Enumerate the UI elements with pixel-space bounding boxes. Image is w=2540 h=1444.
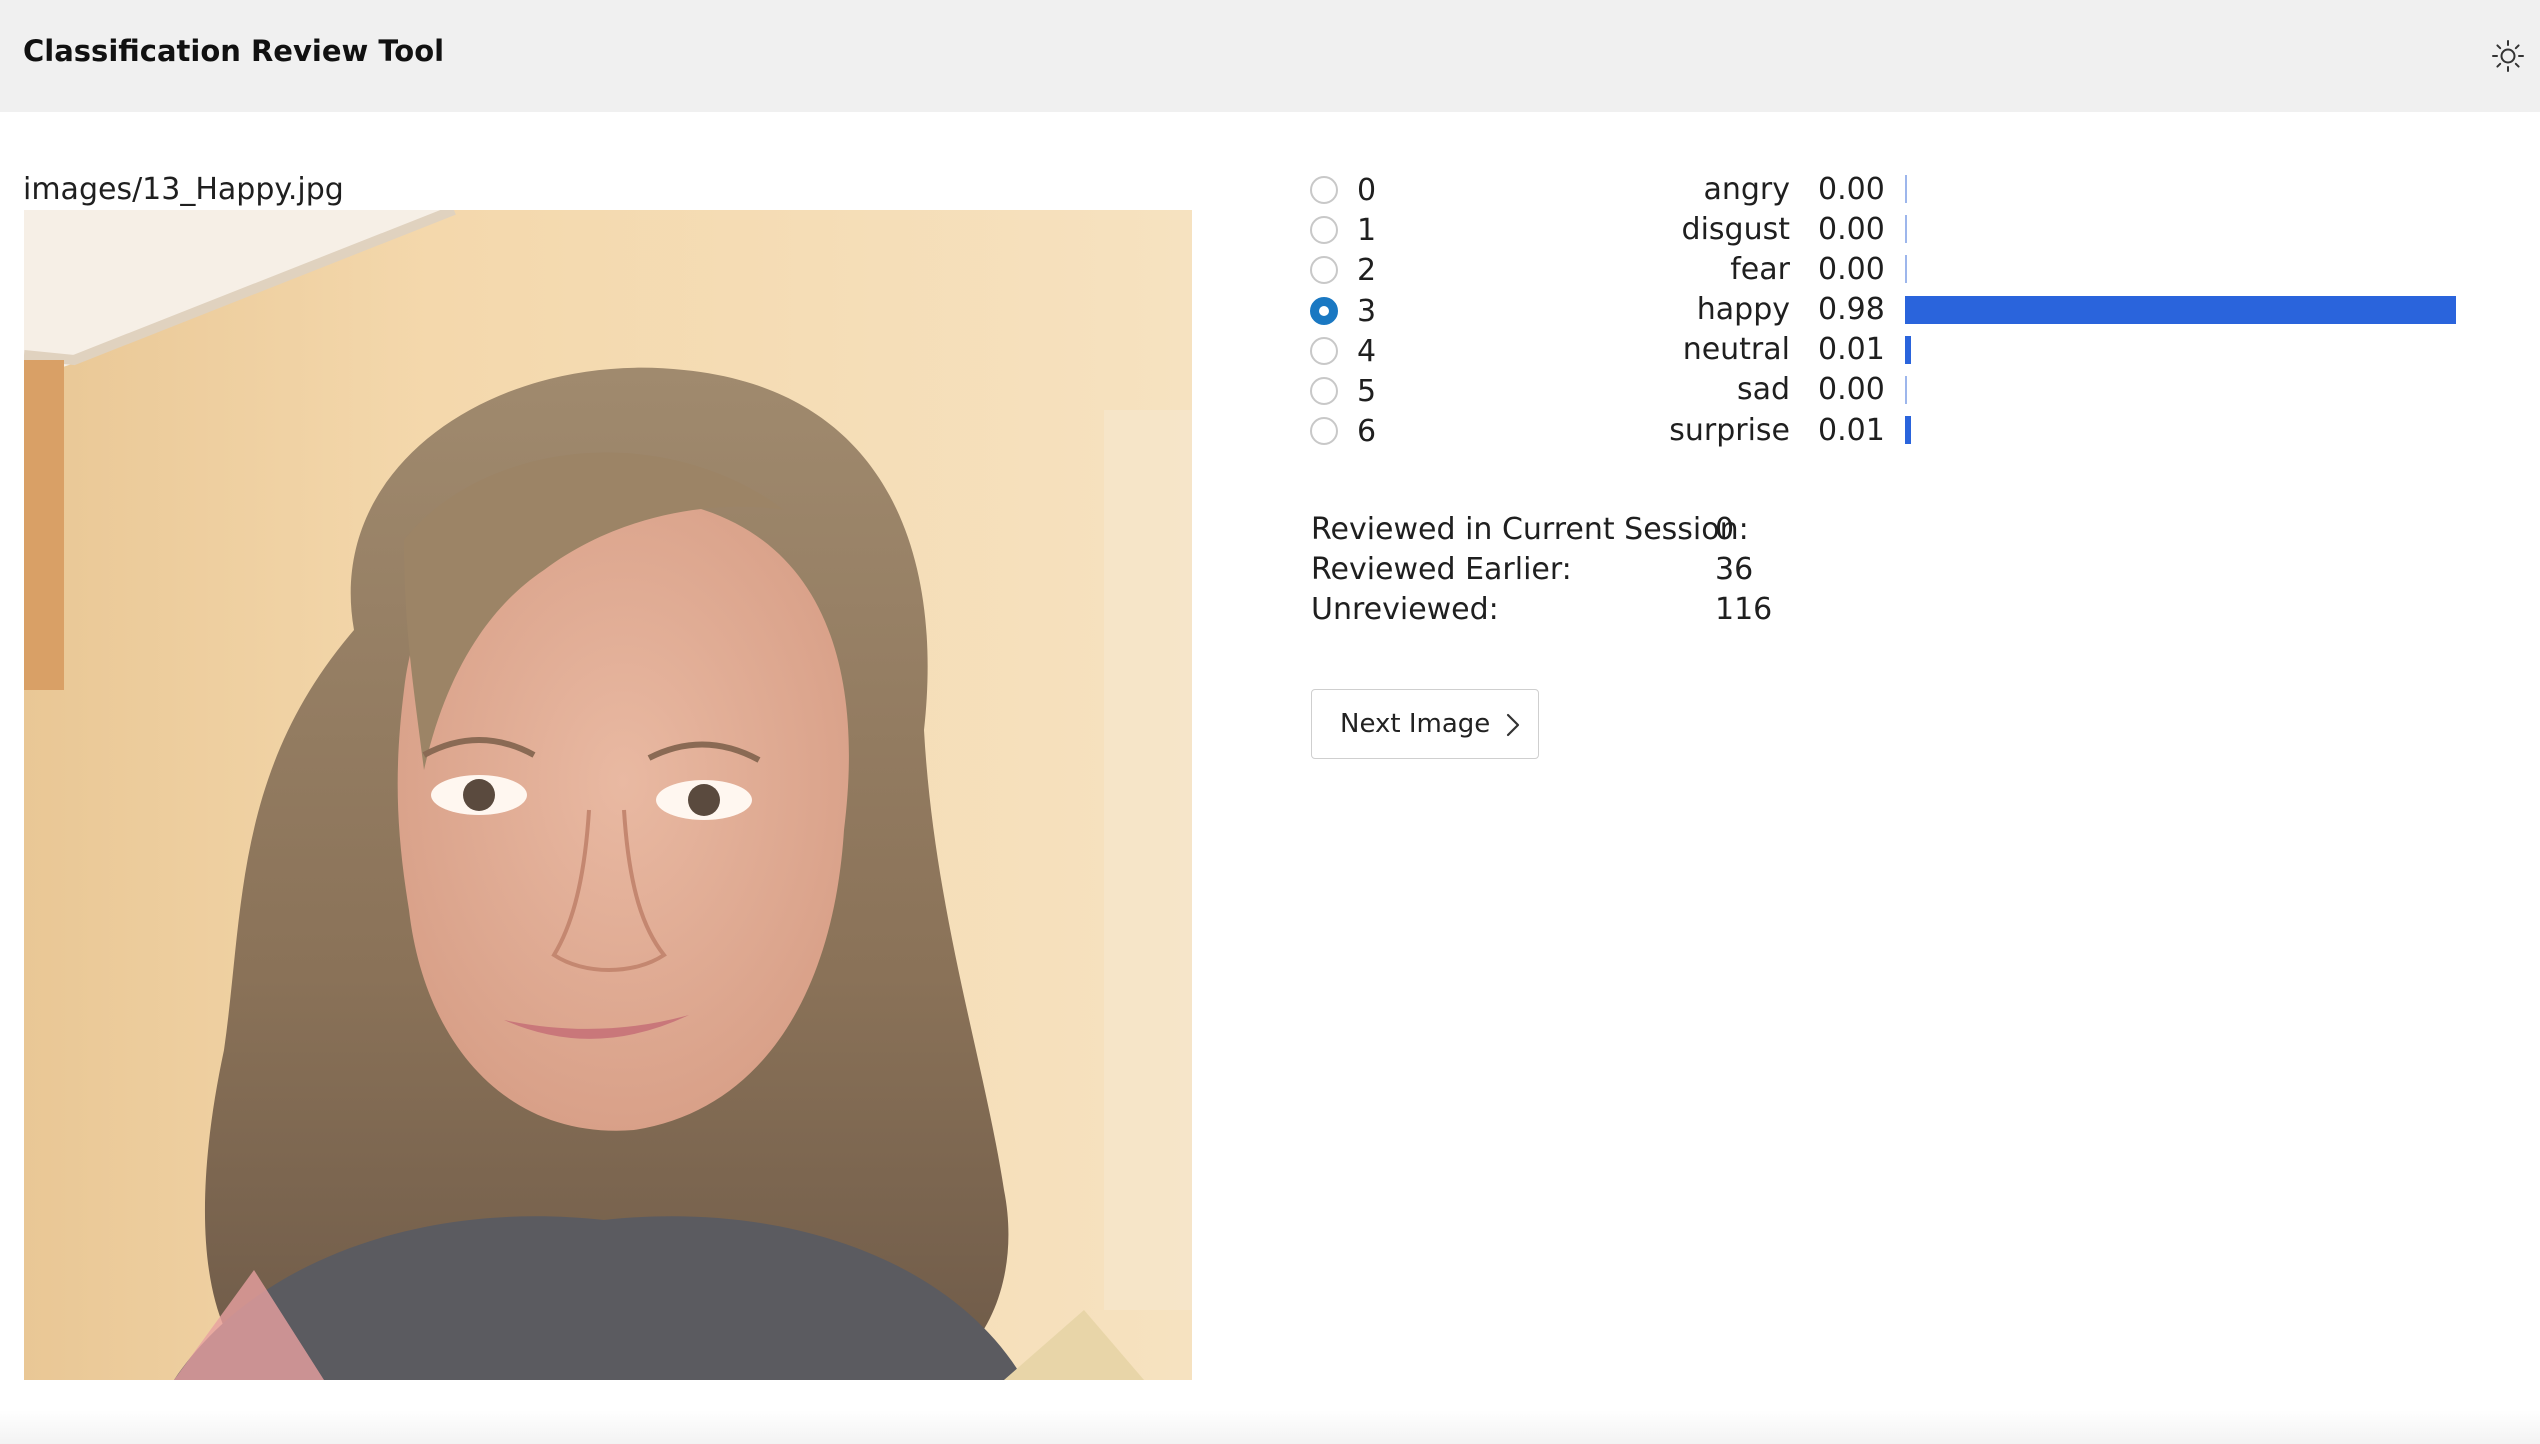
probability-value: 0.00: [1818, 372, 1885, 407]
chevron-right-icon: [1502, 712, 1524, 738]
probability-bar-happy: [1905, 295, 2456, 324]
radio-button[interactable]: [1310, 216, 1338, 244]
emotion-label: angry: [1703, 172, 1790, 207]
class-option-1[interactable]: 1: [1310, 213, 1400, 249]
bottom-edge: [0, 1410, 2540, 1444]
class-option-4[interactable]: 4: [1310, 334, 1400, 370]
probability-value: 0.00: [1818, 172, 1885, 207]
class-option-label: 5: [1357, 374, 1377, 409]
header-bar: Classification Review Tool: [0, 0, 2540, 112]
emotion-label: neutral: [1682, 332, 1790, 367]
photo-illustration: [24, 210, 1192, 1380]
emotion-label: sad: [1736, 372, 1790, 407]
class-option-5[interactable]: 5: [1310, 374, 1400, 410]
probability-row-sad: sad: [1490, 372, 1790, 408]
stat-label-unreviewed: Unreviewed:: [1311, 592, 1499, 627]
probability-row-angry: angry: [1490, 172, 1790, 208]
radio-button[interactable]: [1310, 337, 1338, 365]
next-image-label: Next Image: [1340, 709, 1491, 739]
class-option-2[interactable]: 2: [1310, 253, 1400, 289]
class-option-label: 1: [1357, 213, 1377, 248]
stat-label-current-session: Reviewed in Current Session:: [1311, 512, 1749, 547]
emotion-label: happy: [1696, 292, 1790, 327]
probability-bar-disgust: [1905, 215, 1907, 244]
probability-value: 0.01: [1818, 332, 1885, 367]
radio-button-selected[interactable]: [1310, 297, 1338, 325]
emotion-label: surprise: [1669, 413, 1790, 448]
probability-value: 0.98: [1818, 292, 1885, 327]
probability-bar-angry: [1905, 175, 1907, 203]
probability-row-surprise: surprise: [1490, 413, 1790, 449]
class-option-label: 3: [1357, 294, 1377, 329]
radio-button[interactable]: [1310, 176, 1338, 204]
probability-bar-surprise: [1905, 416, 1911, 445]
probability-bar-neutral: [1905, 335, 1911, 364]
emotion-label: fear: [1730, 252, 1790, 287]
stat-value-earlier: 36: [1715, 552, 1754, 587]
probability-value: 0.00: [1818, 252, 1885, 287]
probability-value: 0.01: [1818, 413, 1885, 448]
radio-button[interactable]: [1310, 377, 1338, 405]
class-option-label: 0: [1357, 173, 1377, 208]
probability-row-neutral: neutral: [1490, 332, 1790, 368]
next-image-button[interactable]: Next Image: [1311, 689, 1539, 759]
review-photo: [24, 210, 1192, 1380]
class-option-3[interactable]: 3: [1310, 294, 1400, 330]
sun-icon[interactable]: [2490, 38, 2526, 74]
probability-bar-sad: [1905, 376, 1907, 404]
probability-row-happy: happy: [1490, 292, 1790, 328]
class-option-label: 6: [1357, 414, 1377, 449]
class-option-0[interactable]: 0: [1310, 173, 1400, 209]
stat-value-unreviewed: 116: [1715, 592, 1773, 627]
image-filename: images/13_Happy.jpg: [23, 172, 344, 207]
stat-label-earlier: Reviewed Earlier:: [1311, 552, 1572, 587]
radio-button[interactable]: [1310, 256, 1338, 284]
class-option-label: 4: [1357, 334, 1377, 369]
probability-bar-fear: [1905, 255, 1907, 284]
radio-button[interactable]: [1310, 417, 1338, 445]
app-title: Classification Review Tool: [23, 34, 445, 68]
probability-row-disgust: disgust: [1490, 212, 1790, 248]
emotion-label: disgust: [1681, 212, 1790, 247]
probability-row-fear: fear: [1490, 252, 1790, 288]
class-option-6[interactable]: 6: [1310, 414, 1400, 450]
probability-value: 0.00: [1818, 212, 1885, 247]
stat-value-current-session: 0: [1715, 512, 1735, 547]
class-option-label: 2: [1357, 253, 1377, 288]
